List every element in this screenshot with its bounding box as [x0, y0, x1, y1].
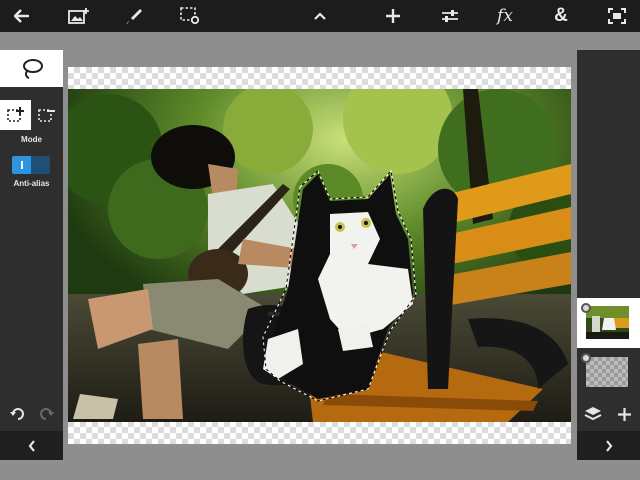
collapse-right-panel-button[interactable]: [577, 431, 640, 460]
layer-photo-thumbnail: [586, 306, 629, 339]
undo-icon: [10, 408, 24, 420]
anti-alias-toggle[interactable]: [12, 156, 50, 174]
layer-visibility-dot[interactable]: [581, 353, 591, 363]
brush-icon: [126, 9, 142, 24]
layer-photo[interactable]: [577, 298, 640, 348]
selection-settings-icon: [180, 7, 200, 25]
collapse-button[interactable]: [300, 0, 340, 32]
subtract-selection-icon: [37, 109, 55, 122]
redo-icon: [40, 408, 54, 420]
undo-button[interactable]: [2, 404, 32, 424]
add-image-icon: [68, 8, 89, 24]
fullscreen-icon: [608, 8, 626, 24]
layer-empty-thumbnail: [586, 357, 628, 387]
mode-label: Mode: [21, 135, 42, 144]
chevron-right-icon: [605, 439, 612, 452]
lasso-icon: [22, 58, 43, 79]
add-button[interactable]: [373, 0, 413, 32]
fx-button[interactable]: fx: [485, 0, 525, 32]
add-layer-button[interactable]: [609, 402, 639, 426]
ampersand-button[interactable]: &: [541, 0, 581, 32]
selection-settings-button[interactable]: [170, 0, 210, 32]
fx-icon: fx: [497, 6, 513, 26]
fullscreen-button[interactable]: [597, 0, 637, 32]
chevron-up-icon: [314, 12, 326, 20]
redo-button[interactable]: [32, 404, 62, 424]
right-layers-panel: [577, 50, 640, 460]
anti-alias-label: Anti-alias: [13, 179, 50, 188]
top-toolbar: fx &: [0, 0, 640, 32]
back-icon: [14, 9, 29, 23]
layer-visibility-dot[interactable]: [581, 303, 591, 313]
canvas-photo[interactable]: [68, 89, 571, 422]
plus-icon: [386, 9, 400, 23]
layers-button[interactable]: [578, 402, 608, 426]
layers-icon: [584, 407, 602, 421]
back-button[interactable]: [2, 0, 42, 32]
adjustments-icon: [442, 10, 458, 22]
image-canvas[interactable]: [68, 67, 571, 444]
add-selection-icon: [6, 107, 24, 122]
brush-button[interactable]: [114, 0, 154, 32]
mode-add-button[interactable]: [0, 100, 31, 130]
adjustments-button[interactable]: [430, 0, 470, 32]
chevron-left-icon: [28, 439, 35, 452]
collapse-left-panel-button[interactable]: [0, 431, 63, 460]
ampersand-icon: &: [554, 5, 568, 26]
plus-icon: [617, 407, 631, 421]
left-tool-panel: Mode Anti-alias: [0, 50, 63, 460]
layer-empty[interactable]: [577, 348, 640, 398]
add-image-button[interactable]: [59, 0, 99, 32]
mode-subtract-button[interactable]: [31, 100, 62, 130]
lasso-tool-button[interactable]: [0, 50, 63, 87]
